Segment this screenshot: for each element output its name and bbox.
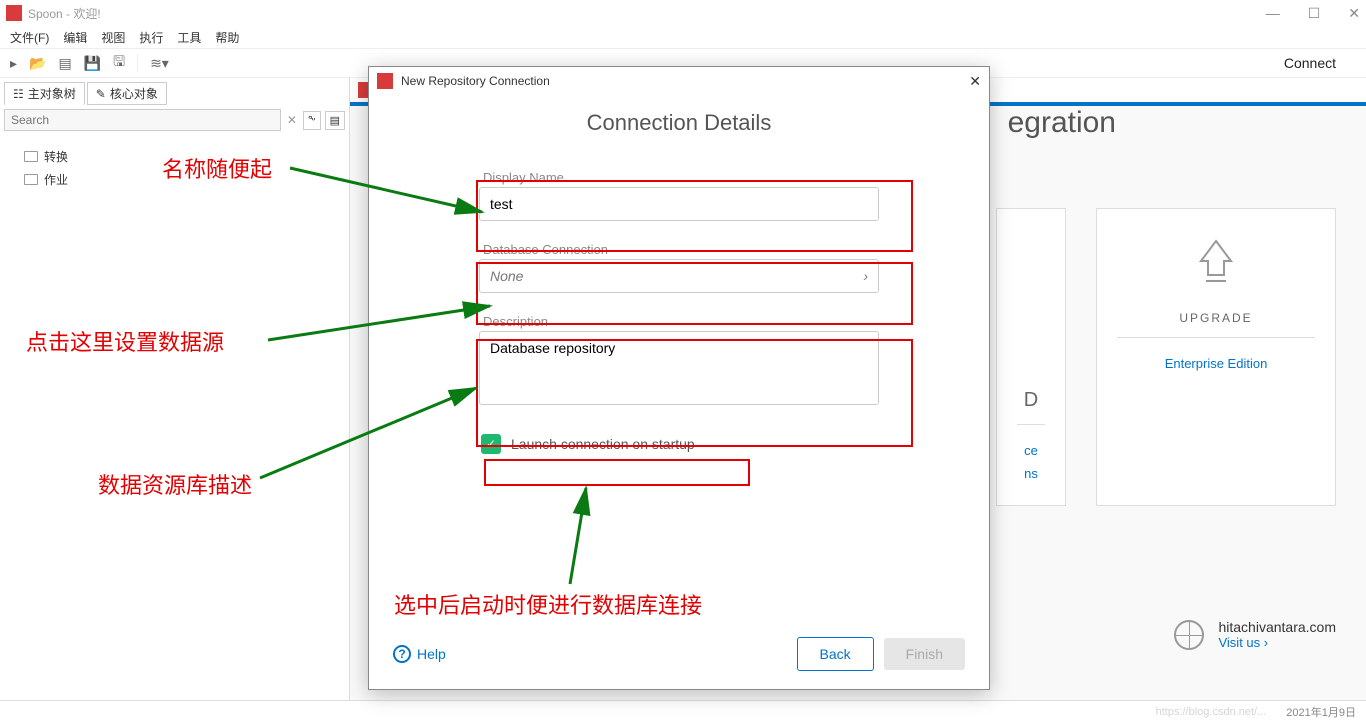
folder-icon <box>24 174 38 185</box>
dialog-heading: Connection Details <box>479 110 879 136</box>
explore-icon[interactable]: ▤ <box>58 55 71 72</box>
launch-on-startup-label: Launch connection on startup <box>511 436 695 452</box>
new-icon[interactable]: ▸ <box>10 55 17 72</box>
tab-object-tree[interactable]: ☷ 主对象树 <box>4 82 85 105</box>
back-button[interactable]: Back <box>797 637 874 671</box>
status-date: 2021年1月9日 <box>1286 704 1356 720</box>
partial-letter: D <box>1017 389 1045 425</box>
chevron-right-icon: › <box>863 268 868 284</box>
app-icon <box>6 5 22 21</box>
menu-help[interactable]: 帮助 <box>215 29 239 46</box>
display-name-input[interactable] <box>490 196 868 212</box>
connect-label[interactable]: Connect <box>1284 55 1356 71</box>
db-conn-label: Database Connection <box>479 242 879 259</box>
status-bar: https://blog.csdn.net/... 2021年1月9日 <box>0 700 1366 722</box>
card-upgrade: UPGRADE Enterprise Edition <box>1096 208 1336 506</box>
db-conn-select[interactable]: None › <box>479 259 879 293</box>
tree-item-jobs[interactable]: 作业 <box>24 168 345 191</box>
menu-edit[interactable]: 编辑 <box>63 29 87 46</box>
description-label: Description <box>479 314 879 331</box>
window-titlebar: Spoon - 欢迎! ― ☐ ✕ <box>0 0 1366 26</box>
partial-link-2[interactable]: ns <box>1017 462 1045 485</box>
display-name-label: Display Name <box>479 170 879 187</box>
menu-tools[interactable]: 工具 <box>177 29 201 46</box>
globe-icon <box>1174 620 1204 650</box>
help-link[interactable]: ? Help <box>393 645 446 663</box>
minimize-button[interactable]: ― <box>1266 5 1280 22</box>
window-title: Spoon - 欢迎! <box>28 5 101 22</box>
menu-bar: 文件(F) 编辑 视图 执行 工具 帮助 <box>0 26 1366 48</box>
upgrade-link[interactable]: Enterprise Edition <box>1117 352 1315 375</box>
menu-execute[interactable]: 执行 <box>139 29 163 46</box>
help-icon: ? <box>393 645 411 663</box>
saveas-icon[interactable]: 🖫 <box>113 51 125 75</box>
collapse-tree-button[interactable]: ▤ <box>325 111 345 130</box>
dialog-title: New Repository Connection <box>401 74 550 88</box>
tree-item-label: 作业 <box>44 171 68 188</box>
expand-tree-button[interactable]: ᖕ <box>303 111 321 130</box>
brand-footer: hitachivantara.com Visit us › <box>1174 619 1336 650</box>
menu-view[interactable]: 视图 <box>101 29 125 46</box>
watermark-text: https://blog.csdn.net/... <box>1156 706 1267 718</box>
description-input[interactable]: Database repository <box>490 340 868 396</box>
finish-button: Finish <box>884 638 965 670</box>
dialog-close-icon[interactable]: ✕ <box>969 73 981 90</box>
help-label: Help <box>417 646 446 662</box>
new-repo-connection-dialog: New Repository Connection ✕ Connection D… <box>368 66 990 690</box>
dialog-titlebar: New Repository Connection ✕ <box>369 67 989 95</box>
card-partial: D ce ns <box>996 208 1066 506</box>
db-conn-value: None <box>490 268 523 284</box>
save-icon[interactable]: 💾 <box>84 55 101 72</box>
layers-icon[interactable]: ≋▾ <box>150 55 169 72</box>
tab-core-objects[interactable]: ✎ 核心对象 <box>87 82 167 105</box>
upgrade-icon <box>1117 239 1315 299</box>
tree-icon: ☷ <box>13 87 24 101</box>
brand-name: hitachivantara.com <box>1218 619 1336 635</box>
menu-file[interactable]: 文件(F) <box>10 29 49 46</box>
tab-label: 核心对象 <box>110 85 158 102</box>
object-tree: 转换 作业 <box>4 135 345 191</box>
search-input[interactable] <box>4 109 281 131</box>
pencil-icon: ✎ <box>96 87 106 101</box>
dialog-icon <box>377 73 393 89</box>
clear-search-icon[interactable]: ✕ <box>287 113 297 127</box>
sidebar: ☷ 主对象树 ✎ 核心对象 ✕ ᖕ ▤ 转换 作业 <box>0 78 350 700</box>
upgrade-title: UPGRADE <box>1117 311 1315 338</box>
tree-item-transforms[interactable]: 转换 <box>24 145 345 168</box>
close-button[interactable]: ✕ <box>1348 5 1360 22</box>
tree-item-label: 转换 <box>44 148 68 165</box>
visit-link[interactable]: Visit us › <box>1218 635 1336 650</box>
launch-on-startup-checkbox[interactable]: ✓ <box>481 434 501 454</box>
separator <box>137 54 138 72</box>
tab-label: 主对象树 <box>28 85 76 102</box>
folder-icon <box>24 151 38 162</box>
partial-link-1[interactable]: ce <box>1017 439 1045 462</box>
maximize-button[interactable]: ☐ <box>1308 5 1321 22</box>
open-icon[interactable]: 📂 <box>29 55 46 72</box>
